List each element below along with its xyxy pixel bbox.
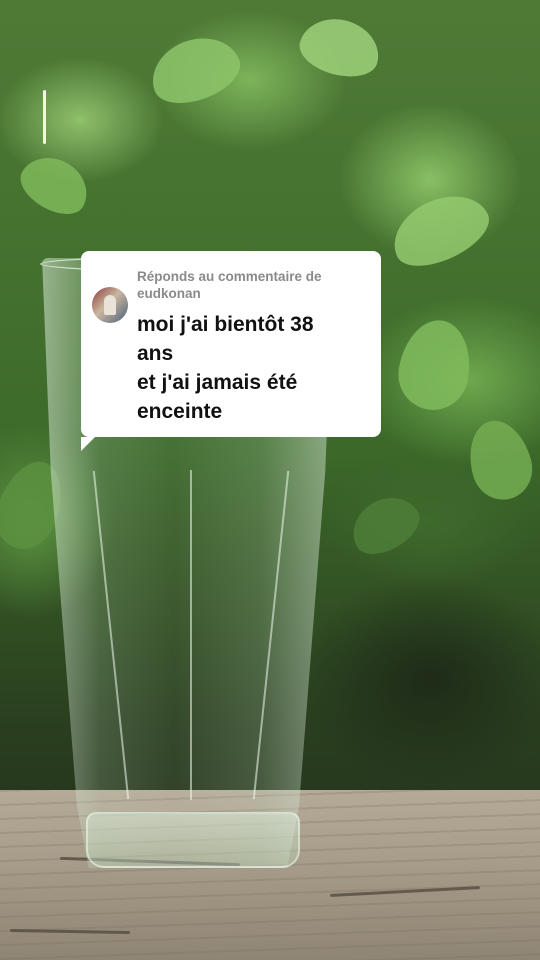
reply-comment-sticker[interactable]: Réponds au commentaire de eudkonan moi j… <box>81 251 381 451</box>
comment-username: eudkonan <box>137 286 201 301</box>
comment-line: enceinte <box>137 400 223 423</box>
glass-facet <box>190 470 192 800</box>
wood-crack <box>9 928 131 935</box>
comment-line: ans <box>137 342 174 365</box>
comment-line: moi j'ai bientôt 38 <box>137 313 314 336</box>
video-progress-indicator <box>43 90 46 144</box>
user-avatar-icon <box>92 287 128 323</box>
comment-text: moi j'ai bientôt 38 ans et j'ai jamais é… <box>137 310 373 426</box>
reply-prefix: Réponds au commentaire de <box>137 269 322 284</box>
reply-header: Réponds au commentaire de eudkonan <box>137 268 367 302</box>
comment-line: et j'ai jamais été <box>137 371 298 394</box>
avatar-figure <box>104 295 116 315</box>
glass-base <box>86 812 300 868</box>
video-frame <box>0 0 540 960</box>
wood-crack <box>330 886 480 897</box>
